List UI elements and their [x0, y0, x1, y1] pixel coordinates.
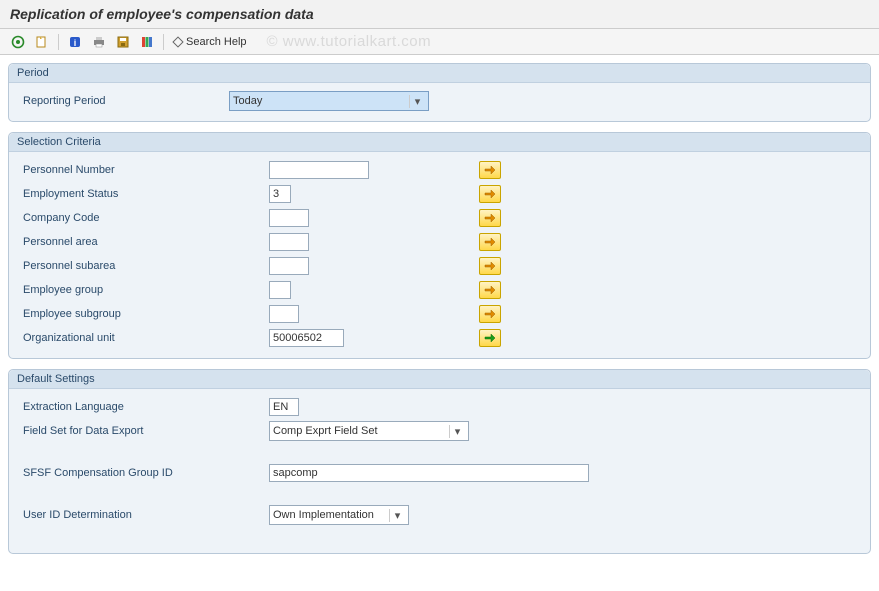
execute-icon[interactable] — [8, 33, 28, 51]
diamond-icon — [172, 36, 183, 47]
company-code-multiple-button[interactable] — [479, 209, 501, 227]
chevron-down-icon: ▾ — [409, 95, 425, 108]
period-group: Period Reporting Period Today ▾ — [8, 63, 871, 122]
chevron-down-icon: ▾ — [449, 425, 465, 438]
selection-criteria-title: Selection Criteria — [9, 133, 870, 152]
org-unit-label: Organizational unit — [19, 332, 269, 344]
personnel-area-label: Personnel area — [19, 236, 269, 248]
sfsf-group-input[interactable] — [269, 464, 589, 482]
user-id-dropdown[interactable]: Own Implementation ▾ — [269, 505, 409, 525]
field-set-value: Comp Exprt Field Set — [273, 425, 378, 437]
employee-subgroup-label: Employee subgroup — [19, 308, 269, 320]
employee-subgroup-multiple-button[interactable] — [479, 305, 501, 323]
title-bar: Replication of employee's compensation d… — [0, 0, 879, 29]
employee-group-input[interactable] — [269, 281, 291, 299]
selection-criteria-group: Selection Criteria Personnel Number Empl… — [8, 132, 871, 359]
employment-status-multiple-button[interactable] — [479, 185, 501, 203]
page-title: Replication of employee's compensation d… — [10, 6, 869, 22]
sfsf-group-label: SFSF Compensation Group ID — [19, 467, 269, 479]
field-set-label: Field Set for Data Export — [19, 425, 269, 437]
search-help-button[interactable]: Search Help — [170, 36, 251, 48]
default-settings-group: Default Settings Extraction Language Fie… — [8, 369, 871, 554]
reporting-period-dropdown[interactable]: Today ▾ — [229, 91, 429, 111]
personnel-number-multiple-button[interactable] — [479, 161, 501, 179]
default-settings-title: Default Settings — [9, 370, 870, 389]
extraction-lang-label: Extraction Language — [19, 401, 269, 413]
toolbar: i Search Help © www.tutorialkart.com — [0, 29, 879, 55]
personnel-number-label: Personnel Number — [19, 164, 269, 176]
print-icon[interactable] — [89, 33, 109, 51]
user-id-label: User ID Determination — [19, 509, 269, 521]
toolbar-separator — [58, 34, 59, 50]
personnel-subarea-input[interactable] — [269, 257, 309, 275]
svg-text:i: i — [74, 38, 77, 48]
employment-status-input[interactable] — [269, 185, 291, 203]
user-id-value: Own Implementation — [273, 509, 374, 521]
toolbar-separator — [163, 34, 164, 50]
info-icon[interactable]: i — [65, 33, 85, 51]
personnel-subarea-label: Personnel subarea — [19, 260, 269, 272]
company-code-input[interactable] — [269, 209, 309, 227]
watermark-text: © www.tutorialkart.com — [267, 33, 432, 50]
personnel-number-input[interactable] — [269, 161, 369, 179]
employment-status-label: Employment Status — [19, 188, 269, 200]
chevron-down-icon: ▾ — [389, 509, 405, 522]
personnel-area-multiple-button[interactable] — [479, 233, 501, 251]
reporting-period-value: Today — [233, 95, 262, 107]
employee-group-label: Employee group — [19, 284, 269, 296]
employee-subgroup-input[interactable] — [269, 305, 299, 323]
org-unit-multiple-button[interactable] — [479, 329, 501, 347]
personnel-area-input[interactable] — [269, 233, 309, 251]
layout-icon[interactable] — [137, 33, 157, 51]
company-code-label: Company Code — [19, 212, 269, 224]
personnel-subarea-multiple-button[interactable] — [479, 257, 501, 275]
variant-icon[interactable] — [32, 33, 52, 51]
org-unit-input[interactable] — [269, 329, 344, 347]
field-set-dropdown[interactable]: Comp Exprt Field Set ▾ — [269, 421, 469, 441]
extraction-lang-input[interactable] — [269, 398, 299, 416]
search-help-label: Search Help — [186, 36, 247, 48]
employee-group-multiple-button[interactable] — [479, 281, 501, 299]
save-variant-icon[interactable] — [113, 33, 133, 51]
content-area: Period Reporting Period Today ▾ Selectio… — [0, 55, 879, 572]
reporting-period-label: Reporting Period — [19, 95, 229, 107]
period-group-title: Period — [9, 64, 870, 83]
